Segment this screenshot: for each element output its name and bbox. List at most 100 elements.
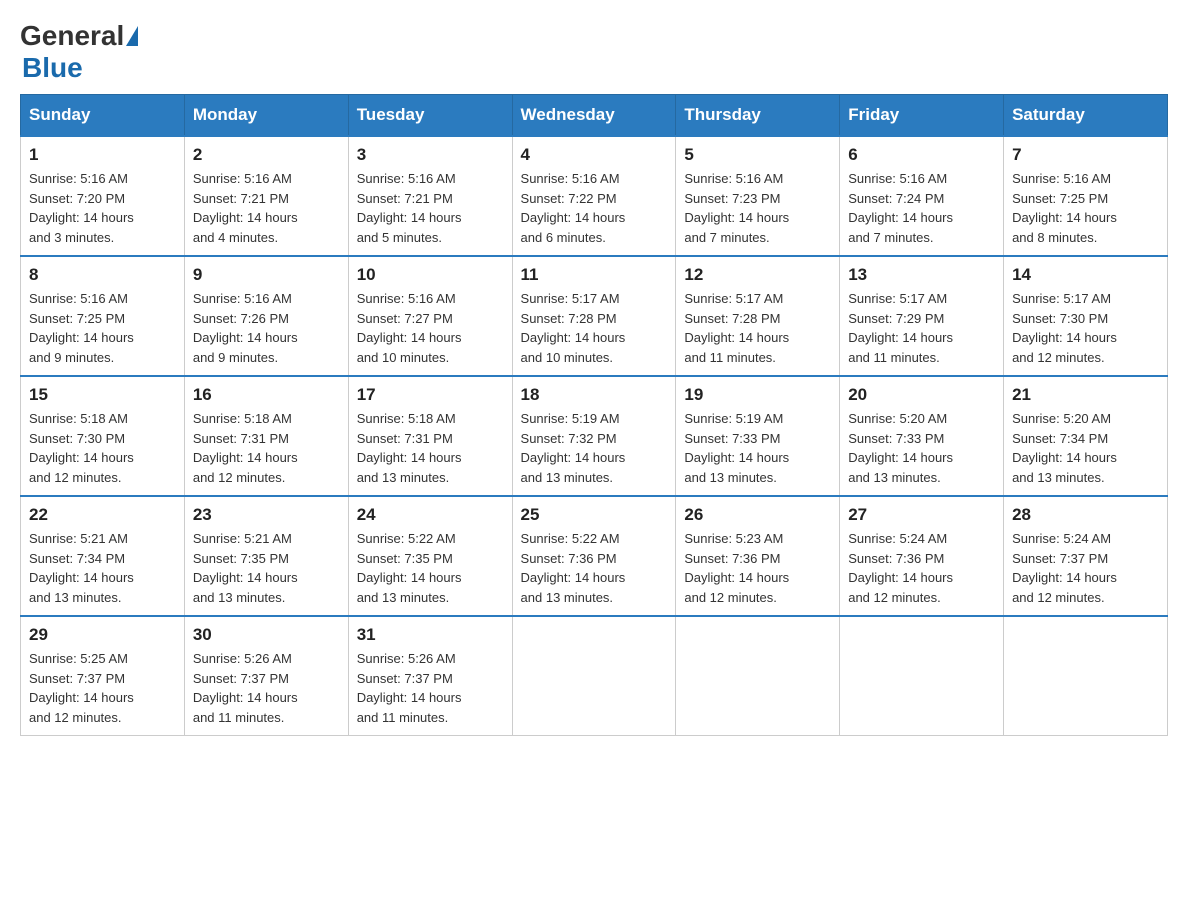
calendar-cell: 11 Sunrise: 5:17 AMSunset: 7:28 PMDayligh… xyxy=(512,256,676,376)
day-info: Sunrise: 5:22 AMSunset: 7:36 PMDaylight:… xyxy=(521,529,668,607)
header-cell-friday: Friday xyxy=(840,95,1004,137)
day-info: Sunrise: 5:25 AMSunset: 7:37 PMDaylight:… xyxy=(29,649,176,727)
day-number: 5 xyxy=(684,145,831,165)
logo-blue-text: Blue xyxy=(22,52,83,83)
day-number: 7 xyxy=(1012,145,1159,165)
day-info: Sunrise: 5:21 AMSunset: 7:35 PMDaylight:… xyxy=(193,529,340,607)
day-number: 9 xyxy=(193,265,340,285)
calendar-cell: 30 Sunrise: 5:26 AMSunset: 7:37 PMDayligh… xyxy=(184,616,348,736)
calendar-cell: 2 Sunrise: 5:16 AMSunset: 7:21 PMDaylight… xyxy=(184,136,348,256)
calendar-cell: 6 Sunrise: 5:16 AMSunset: 7:24 PMDaylight… xyxy=(840,136,1004,256)
calendar-cell: 16Sunrise: 5:18 AMSunset: 7:31 PMDayligh… xyxy=(184,376,348,496)
day-info: Sunrise: 5:22 AMSunset: 7:35 PMDaylight:… xyxy=(357,529,504,607)
week-row-2: 8 Sunrise: 5:16 AMSunset: 7:25 PMDaylight… xyxy=(21,256,1168,376)
day-number: 16 xyxy=(193,385,340,405)
day-number: 17 xyxy=(357,385,504,405)
day-number: 14 xyxy=(1012,265,1159,285)
day-number: 21 xyxy=(1012,385,1159,405)
calendar-cell: 27Sunrise: 5:24 AMSunset: 7:36 PMDayligh… xyxy=(840,496,1004,616)
calendar-cell: 18Sunrise: 5:19 AMSunset: 7:32 PMDayligh… xyxy=(512,376,676,496)
header-cell-monday: Monday xyxy=(184,95,348,137)
calendar-cell: 4 Sunrise: 5:16 AMSunset: 7:22 PMDaylight… xyxy=(512,136,676,256)
header-cell-thursday: Thursday xyxy=(676,95,840,137)
calendar-cell: 5 Sunrise: 5:16 AMSunset: 7:23 PMDaylight… xyxy=(676,136,840,256)
day-number: 15 xyxy=(29,385,176,405)
week-row-3: 15 Sunrise: 5:18 AMSunset: 7:30 PMDayligh… xyxy=(21,376,1168,496)
header-row: SundayMondayTuesdayWednesdayThursdayFrid… xyxy=(21,95,1168,137)
calendar-cell: 21 Sunrise: 5:20 AMSunset: 7:34 PMDayligh… xyxy=(1004,376,1168,496)
calendar-cell xyxy=(840,616,1004,736)
day-number: 25 xyxy=(521,505,668,525)
day-info: Sunrise: 5:16 AMSunset: 7:26 PMDaylight:… xyxy=(193,289,340,367)
day-info: Sunrise: 5:17 AMSunset: 7:28 PMDaylight:… xyxy=(684,289,831,367)
calendar-cell: 10 Sunrise: 5:16 AMSunset: 7:27 PMDayligh… xyxy=(348,256,512,376)
day-info: Sunrise: 5:17 AMSunset: 7:28 PMDaylight:… xyxy=(521,289,668,367)
calendar-cell: 9 Sunrise: 5:16 AMSunset: 7:26 PMDaylight… xyxy=(184,256,348,376)
calendar-cell: 20 Sunrise: 5:20 AMSunset: 7:33 PMDayligh… xyxy=(840,376,1004,496)
week-row-1: 1 Sunrise: 5:16 AMSunset: 7:20 PMDaylight… xyxy=(21,136,1168,256)
day-info: Sunrise: 5:16 AMSunset: 7:24 PMDaylight:… xyxy=(848,169,995,247)
week-row-4: 22Sunrise: 5:21 AMSunset: 7:34 PMDayligh… xyxy=(21,496,1168,616)
day-info: Sunrise: 5:20 AMSunset: 7:33 PMDaylight:… xyxy=(848,409,995,487)
day-number: 27 xyxy=(848,505,995,525)
calendar-table: SundayMondayTuesdayWednesdayThursdayFrid… xyxy=(20,94,1168,736)
logo-general-text: General xyxy=(20,20,124,52)
logo-triangle-icon xyxy=(126,26,138,46)
day-info: Sunrise: 5:20 AMSunset: 7:34 PMDaylight:… xyxy=(1012,409,1159,487)
day-info: Sunrise: 5:16 AMSunset: 7:27 PMDaylight:… xyxy=(357,289,504,367)
day-info: Sunrise: 5:19 AMSunset: 7:32 PMDaylight:… xyxy=(521,409,668,487)
day-number: 1 xyxy=(29,145,176,165)
header-cell-saturday: Saturday xyxy=(1004,95,1168,137)
day-number: 10 xyxy=(357,265,504,285)
day-info: Sunrise: 5:24 AMSunset: 7:37 PMDaylight:… xyxy=(1012,529,1159,607)
calendar-cell xyxy=(1004,616,1168,736)
day-number: 20 xyxy=(848,385,995,405)
day-info: Sunrise: 5:16 AMSunset: 7:22 PMDaylight:… xyxy=(521,169,668,247)
day-number: 30 xyxy=(193,625,340,645)
day-info: Sunrise: 5:16 AMSunset: 7:25 PMDaylight:… xyxy=(1012,169,1159,247)
day-info: Sunrise: 5:19 AMSunset: 7:33 PMDaylight:… xyxy=(684,409,831,487)
calendar-cell: 14 Sunrise: 5:17 AMSunset: 7:30 PMDayligh… xyxy=(1004,256,1168,376)
day-number: 2 xyxy=(193,145,340,165)
day-number: 8 xyxy=(29,265,176,285)
day-number: 26 xyxy=(684,505,831,525)
calendar-cell: 17 Sunrise: 5:18 AMSunset: 7:31 PMDayligh… xyxy=(348,376,512,496)
day-info: Sunrise: 5:26 AMSunset: 7:37 PMDaylight:… xyxy=(193,649,340,727)
header-cell-wednesday: Wednesday xyxy=(512,95,676,137)
day-number: 31 xyxy=(357,625,504,645)
day-number: 4 xyxy=(521,145,668,165)
calendar-cell: 19 Sunrise: 5:19 AMSunset: 7:33 PMDayligh… xyxy=(676,376,840,496)
header: General Blue xyxy=(20,20,1168,84)
week-row-5: 29Sunrise: 5:25 AMSunset: 7:37 PMDayligh… xyxy=(21,616,1168,736)
day-number: 19 xyxy=(684,385,831,405)
day-info: Sunrise: 5:18 AMSunset: 7:30 PMDaylight:… xyxy=(29,409,176,487)
day-number: 6 xyxy=(848,145,995,165)
day-info: Sunrise: 5:16 AMSunset: 7:21 PMDaylight:… xyxy=(357,169,504,247)
header-cell-sunday: Sunday xyxy=(21,95,185,137)
calendar-cell: 13Sunrise: 5:17 AMSunset: 7:29 PMDayligh… xyxy=(840,256,1004,376)
calendar-body: 1 Sunrise: 5:16 AMSunset: 7:20 PMDaylight… xyxy=(21,136,1168,736)
day-info: Sunrise: 5:18 AMSunset: 7:31 PMDaylight:… xyxy=(357,409,504,487)
calendar-cell: 26 Sunrise: 5:23 AMSunset: 7:36 PMDayligh… xyxy=(676,496,840,616)
calendar-cell: 3Sunrise: 5:16 AMSunset: 7:21 PMDaylight… xyxy=(348,136,512,256)
day-info: Sunrise: 5:16 AMSunset: 7:23 PMDaylight:… xyxy=(684,169,831,247)
calendar-cell: 15 Sunrise: 5:18 AMSunset: 7:30 PMDayligh… xyxy=(21,376,185,496)
day-info: Sunrise: 5:16 AMSunset: 7:21 PMDaylight:… xyxy=(193,169,340,247)
calendar-cell: 7 Sunrise: 5:16 AMSunset: 7:25 PMDaylight… xyxy=(1004,136,1168,256)
calendar-cell: 1 Sunrise: 5:16 AMSunset: 7:20 PMDaylight… xyxy=(21,136,185,256)
day-number: 12 xyxy=(684,265,831,285)
day-info: Sunrise: 5:26 AMSunset: 7:37 PMDaylight:… xyxy=(357,649,504,727)
day-info: Sunrise: 5:16 AMSunset: 7:25 PMDaylight:… xyxy=(29,289,176,367)
day-info: Sunrise: 5:23 AMSunset: 7:36 PMDaylight:… xyxy=(684,529,831,607)
day-number: 24 xyxy=(357,505,504,525)
calendar-cell: 25 Sunrise: 5:22 AMSunset: 7:36 PMDayligh… xyxy=(512,496,676,616)
day-number: 28 xyxy=(1012,505,1159,525)
day-number: 11 xyxy=(521,265,668,285)
calendar-cell: 29Sunrise: 5:25 AMSunset: 7:37 PMDayligh… xyxy=(21,616,185,736)
day-info: Sunrise: 5:16 AMSunset: 7:20 PMDaylight:… xyxy=(29,169,176,247)
calendar-cell xyxy=(512,616,676,736)
calendar-cell: 28 Sunrise: 5:24 AMSunset: 7:37 PMDayligh… xyxy=(1004,496,1168,616)
calendar-cell: 8 Sunrise: 5:16 AMSunset: 7:25 PMDaylight… xyxy=(21,256,185,376)
calendar-header: SundayMondayTuesdayWednesdayThursdayFrid… xyxy=(21,95,1168,137)
day-info: Sunrise: 5:17 AMSunset: 7:30 PMDaylight:… xyxy=(1012,289,1159,367)
